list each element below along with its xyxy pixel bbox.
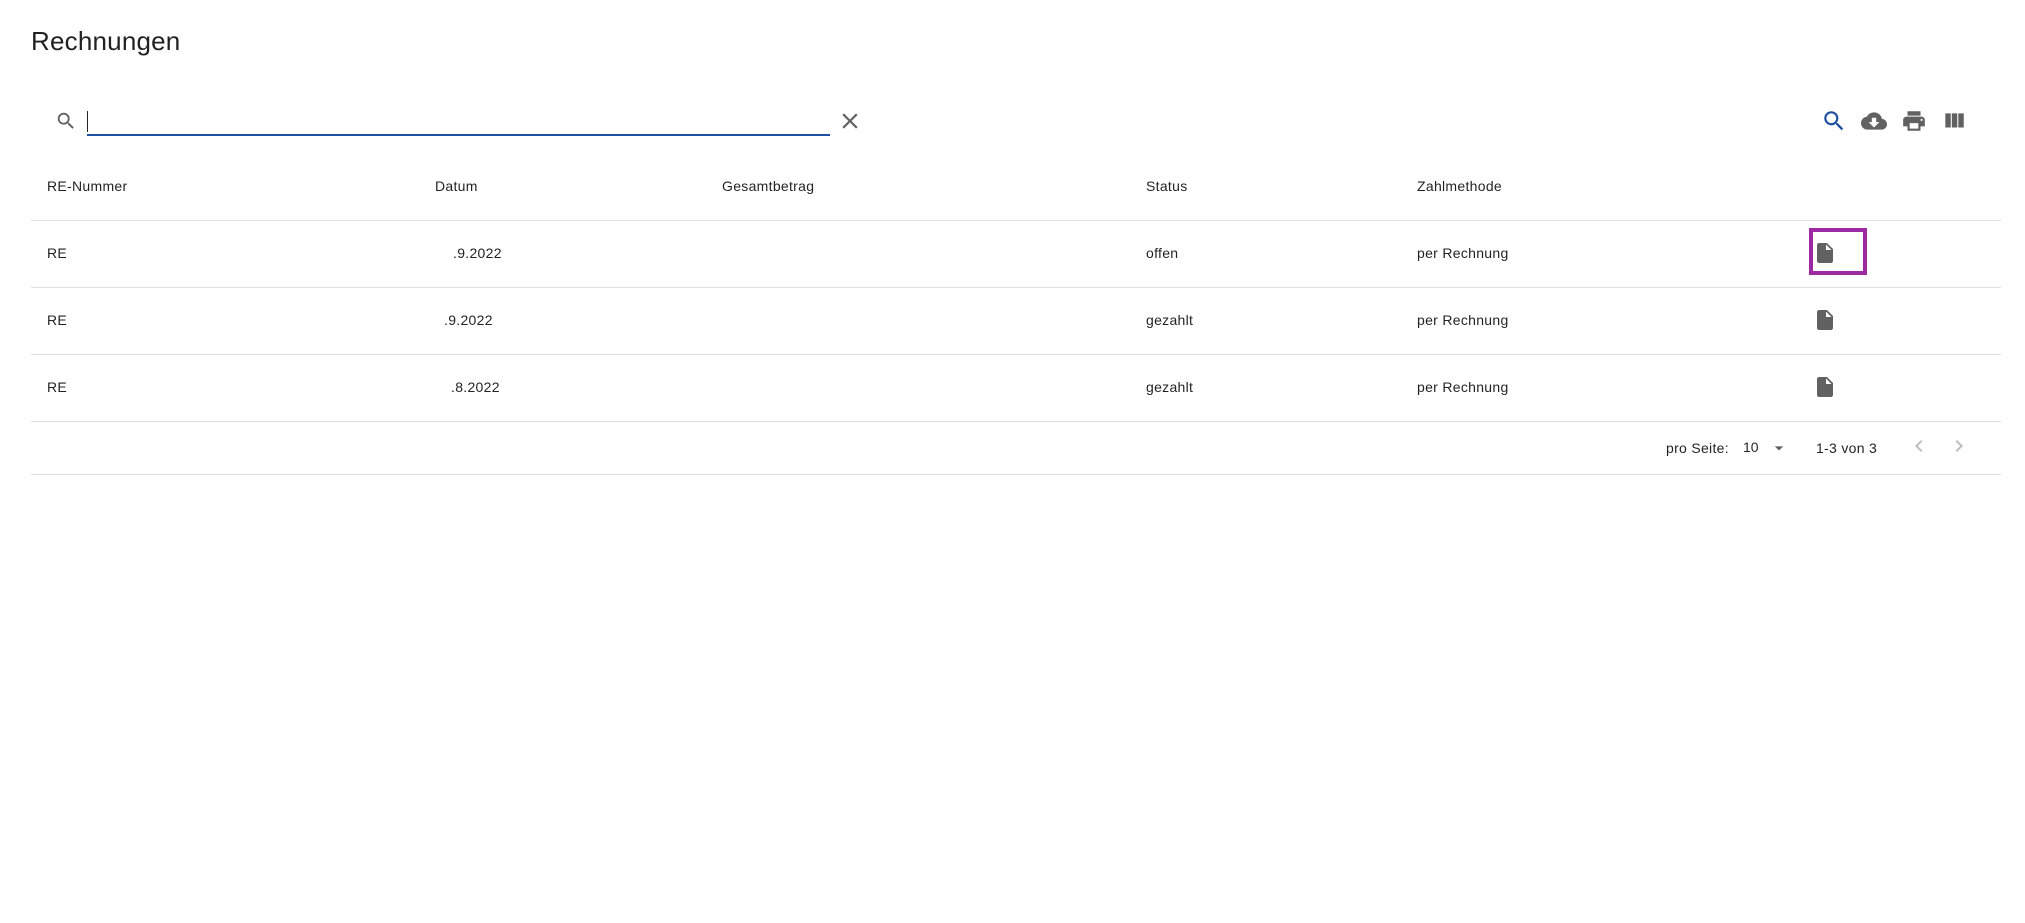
cell-datum: .9.2022	[444, 312, 493, 328]
print-icon	[1903, 111, 1925, 131]
cell-zahlmethode: per Rechnung	[1417, 312, 1509, 328]
table-pagination: pro Seite: 10 1-3 von 3	[31, 422, 2001, 475]
column-header-status[interactable]: Status	[1146, 178, 1188, 194]
invoices-table: RE-Nummer Datum Gesamtbetrag Status Zahl…	[31, 160, 2001, 475]
download-button[interactable]	[1861, 108, 1889, 136]
cloud-download-icon	[1861, 112, 1887, 130]
column-header-gesamtbetrag[interactable]: Gesamtbetrag	[722, 178, 814, 194]
rows-per-page-select[interactable]: 10	[1743, 434, 1795, 462]
table-toolbar	[31, 100, 2001, 142]
table-row: RE .9.2022 gezahlt per Rechnung	[31, 288, 2001, 355]
search-input[interactable]	[87, 104, 830, 136]
cell-status: offen	[1146, 245, 1179, 261]
per-page-label: pro Seite:	[1666, 440, 1729, 456]
open-invoice-button[interactable]	[1805, 367, 1845, 407]
print-button[interactable]	[1901, 108, 1929, 136]
cell-re-nummer: RE	[47, 245, 68, 261]
per-page-value: 10	[1743, 439, 1759, 455]
cell-re-nummer: RE	[47, 312, 68, 328]
open-invoice-button[interactable]	[1805, 233, 1845, 273]
invoices-page: Rechnungen RE-Nummer Datum Gesamtbetrag …	[0, 0, 2025, 923]
page-title: Rechnungen	[31, 26, 181, 56]
search-button[interactable]	[1821, 108, 1849, 136]
chevron-right-icon	[1955, 440, 1963, 452]
open-invoice-button[interactable]	[1805, 300, 1845, 340]
column-header-re-nummer[interactable]: RE-Nummer	[47, 178, 127, 194]
cell-zahlmethode: per Rechnung	[1417, 245, 1509, 261]
previous-page-button[interactable]	[1907, 434, 1935, 462]
close-icon	[842, 113, 858, 129]
pagination-range: 1-3 von 3	[1816, 440, 1878, 456]
next-page-button[interactable]	[1947, 434, 1975, 462]
cell-zahlmethode: per Rechnung	[1417, 379, 1509, 395]
cell-datum: .8.2022	[451, 379, 500, 395]
table-row: RE .9.2022 offen per Rechnung	[31, 221, 2001, 288]
view-columns-button[interactable]	[1941, 108, 1969, 136]
cell-re-nummer: RE	[47, 379, 68, 395]
cell-datum: .9.2022	[453, 245, 502, 261]
column-header-zahlmethode[interactable]: Zahlmethode	[1417, 178, 1502, 194]
table-header: RE-Nummer Datum Gesamtbetrag Status Zahl…	[31, 160, 2001, 221]
cell-status: gezahlt	[1146, 379, 1194, 395]
file-icon	[1817, 377, 1833, 397]
search-icon	[1824, 111, 1844, 131]
clear-search-button[interactable]	[837, 108, 863, 134]
cell-status: gezahlt	[1146, 312, 1194, 328]
dropdown-arrow-icon	[1769, 438, 1789, 463]
column-header-datum[interactable]: Datum	[435, 178, 478, 194]
file-icon	[1817, 243, 1833, 263]
search-icon	[55, 110, 77, 132]
table-row: RE .8.2022 gezahlt per Rechnung	[31, 355, 2001, 422]
chevron-left-icon	[1915, 440, 1923, 452]
file-icon	[1817, 310, 1833, 330]
text-cursor	[87, 111, 88, 132]
view-column-icon	[1945, 113, 1964, 128]
